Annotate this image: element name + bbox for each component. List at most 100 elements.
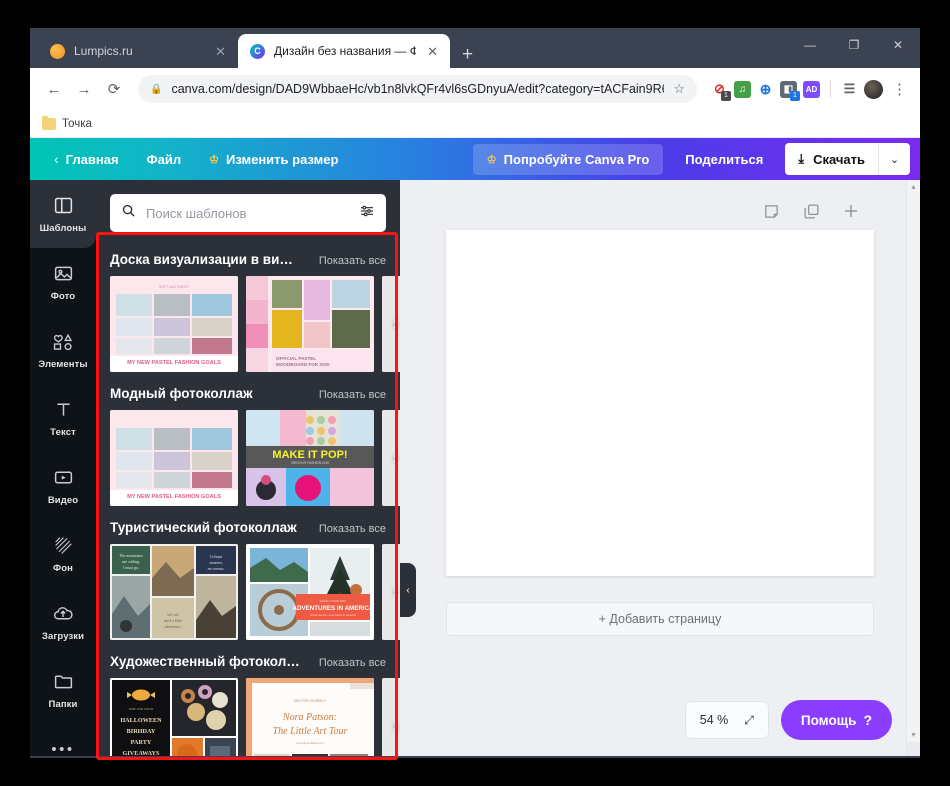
- download-button[interactable]: ⤓ Скачать: [785, 143, 878, 175]
- svg-text:www.figmentalart.com: www.figmentalart.com: [296, 741, 324, 745]
- search-input[interactable]: Поиск шаблонов: [110, 194, 386, 232]
- try-canva-pro-button[interactable]: ♔ Попробуйте Canva Pro: [472, 143, 664, 175]
- sidebar-item-templates[interactable]: Шаблоны: [30, 180, 96, 248]
- shield-extension-icon[interactable]: ◧ 1: [780, 80, 800, 101]
- scroll-up-arrow-icon[interactable]: ▲: [907, 180, 920, 194]
- scrollbar-corner: [907, 742, 920, 756]
- template-thumbnail-mountains-are-calling[interactable]: The mountains are calling, I must go. Со…: [110, 544, 238, 640]
- music-extension-icon[interactable]: ♫: [734, 80, 751, 98]
- globe-extension-icon[interactable]: ⊕: [757, 80, 774, 98]
- close-icon[interactable]: ✕: [425, 43, 440, 60]
- sidebar-label: Папки: [48, 698, 78, 710]
- svg-text:Nora Patson:: Nora Patson:: [282, 712, 337, 723]
- show-all-link[interactable]: Показать все: [319, 389, 386, 401]
- browser-toolbar: ← → ⟳ 🔒 canva.com/design/DAD9WbbaeHc/vb1…: [30, 68, 920, 110]
- sidebar-item-elements[interactable]: Элементы: [30, 316, 96, 384]
- list-icon[interactable]: ☰: [841, 81, 858, 98]
- canva-left-rail: Шаблоны Фото Элементы Текст Видео Фон За…: [30, 180, 96, 756]
- section-title: Доска визуализации в виде ...: [110, 252, 300, 267]
- section-title: Модный фотоколлаж: [110, 386, 253, 401]
- design-page-canvas[interactable]: [446, 230, 874, 576]
- row-next-arrow[interactable]: ›: [393, 316, 398, 333]
- sidebar-label: Загрузки: [41, 630, 85, 642]
- home-label: Главная: [65, 151, 119, 167]
- avatar[interactable]: [864, 79, 883, 99]
- close-icon[interactable]: ✕: [213, 43, 228, 60]
- row-next-arrow[interactable]: ›: [393, 584, 398, 601]
- zoom-control[interactable]: 54 % ⤢: [684, 701, 769, 739]
- template-thumbnail-halloween-birthday-party[interactable]: TIME FOR TREAT HALLOWEEN BIRHDAY PARTY G…: [110, 678, 238, 756]
- sidebar-item-more[interactable]: ••• Еще: [30, 724, 96, 756]
- ad-extension-icon[interactable]: AD: [803, 80, 820, 98]
- bookmark-item[interactable]: Точка: [42, 115, 92, 130]
- svg-text:MOODBOARD FOR 2020: MOODBOARD FOR 2020: [276, 362, 330, 367]
- sidebar-item-text[interactable]: Текст: [30, 384, 96, 452]
- template-thumbnail-adventures-in-america[interactable]: LEARN YOUR WAY ADVENTURES IN AMERICA che…: [246, 544, 374, 640]
- show-all-link[interactable]: Показать все: [319, 523, 386, 535]
- canvas-vertical-scrollbar[interactable]: ▲ ▼: [906, 180, 920, 756]
- row-next-arrow[interactable]: ›: [393, 450, 398, 467]
- svg-text:adventure.: adventure.: [165, 624, 182, 629]
- section-header: Туристический фотоколлаж Показать все: [110, 510, 400, 544]
- share-button[interactable]: Поделиться: [671, 144, 777, 175]
- new-tab-button[interactable]: +: [450, 45, 483, 68]
- sidebar-item-video[interactable]: Видео: [30, 452, 96, 520]
- kebab-menu-icon[interactable]: ⋮: [889, 80, 910, 98]
- svg-text:need a little: need a little: [164, 618, 183, 623]
- star-icon[interactable]: ☆: [673, 81, 685, 97]
- canvas-bottom-controls: 54 % ⤢ Помощь ?: [684, 700, 892, 740]
- address-bar[interactable]: 🔒 canva.com/design/DAD9WbbaeHc/vb1n8lvkQ…: [138, 75, 697, 103]
- sidebar-item-background[interactable]: Фон: [30, 520, 96, 588]
- maximize-button[interactable]: ❐: [832, 28, 876, 62]
- help-label: Помощь: [800, 712, 857, 728]
- sidebar-label: Фото: [50, 290, 76, 302]
- sidebar-label: Текст: [50, 426, 76, 438]
- download-caret-icon[interactable]: ⌄: [878, 143, 910, 175]
- template-thumbnail-official-pastel-moodboard[interactable]: OFFICIAL PASTEL MOODBOARD FOR 2020: [246, 276, 374, 372]
- filter-icon[interactable]: [359, 203, 375, 224]
- topbar-right-group: ♔ Попробуйте Canva Pro Поделиться ⤓ Скач…: [472, 143, 910, 175]
- show-all-link[interactable]: Показать все: [319, 255, 386, 267]
- sidebar-item-uploads[interactable]: Загрузки: [30, 588, 96, 656]
- browser-tab-canva[interactable]: C Дизайн без названия — Фотоко ✕: [238, 34, 450, 68]
- svg-text:SEE FOR YOURSELF: SEE FOR YOURSELF: [294, 699, 326, 703]
- svg-text:The Little Art Tour: The Little Art Tour: [273, 726, 348, 737]
- home-button[interactable]: ‹ Главная: [40, 145, 133, 173]
- panel-scroll-region[interactable]: Доска визуализации в виде ... Показать в…: [96, 242, 400, 756]
- svg-text:I must go.: I must go.: [123, 565, 139, 570]
- adblock-extension-icon[interactable]: ⊘ 1: [711, 80, 731, 101]
- svg-text:check out the most scenic in a: check out the most scenic in america: [310, 613, 356, 617]
- minimize-button[interactable]: —: [788, 28, 832, 62]
- file-menu-button[interactable]: Файл: [133, 146, 196, 173]
- resize-button[interactable]: ♔ Изменить размер: [195, 146, 352, 173]
- canvas-area[interactable]: + Добавить страницу 54 % ⤢ Помощь ? ▲ ▼: [400, 180, 920, 756]
- reload-icon[interactable]: ⟳: [100, 75, 128, 103]
- file-label: Файл: [146, 151, 182, 167]
- template-thumbnail-pastel-fashion-goals[interactable]: MY NEW PASTEL FASHION GOALS SOFT AND SWE…: [110, 276, 238, 372]
- elements-icon: [52, 331, 74, 353]
- template-section: Доска визуализации в виде ... Показать в…: [96, 242, 400, 372]
- help-button[interactable]: Помощь ?: [780, 700, 892, 740]
- collapse-panel-button[interactable]: ‹: [400, 563, 416, 617]
- sidebar-label: Элементы: [38, 358, 88, 370]
- show-all-link[interactable]: Показать все: [319, 657, 386, 669]
- section-title: Художественный фотоколл...: [110, 654, 300, 669]
- expand-icon[interactable]: ⤢: [744, 713, 754, 728]
- sidebar-item-folders[interactable]: Папки: [30, 656, 96, 724]
- scroll-down-arrow-icon[interactable]: ▼: [907, 728, 920, 742]
- templates-icon: [52, 195, 74, 217]
- add-page-button[interactable]: + Добавить страницу: [446, 602, 874, 636]
- close-window-button[interactable]: ✕: [876, 28, 920, 62]
- notes-icon[interactable]: [762, 202, 780, 220]
- forward-icon[interactable]: →: [70, 75, 98, 103]
- sidebar-item-photos[interactable]: Фото: [30, 248, 96, 316]
- template-thumbnail-pastel-fashion-goals[interactable]: MY NEW PASTEL FASHION GOALS: [110, 410, 238, 506]
- template-thumbnail-make-it-pop[interactable]: MAKE IT POP! CREATIVE FASHION 2020: [246, 410, 374, 506]
- row-next-arrow[interactable]: ›: [393, 718, 398, 735]
- add-page-icon[interactable]: [842, 202, 860, 220]
- duplicate-page-icon[interactable]: [802, 202, 820, 220]
- badge: 1: [721, 90, 731, 101]
- template-thumbnail-nora-patson-art-tour[interactable]: SEE FOR YOURSELF Nora Patson: The Little…: [246, 678, 374, 756]
- back-icon[interactable]: ←: [40, 75, 68, 103]
- browser-tab-lumpics[interactable]: Lumpics.ru ✕: [38, 34, 238, 68]
